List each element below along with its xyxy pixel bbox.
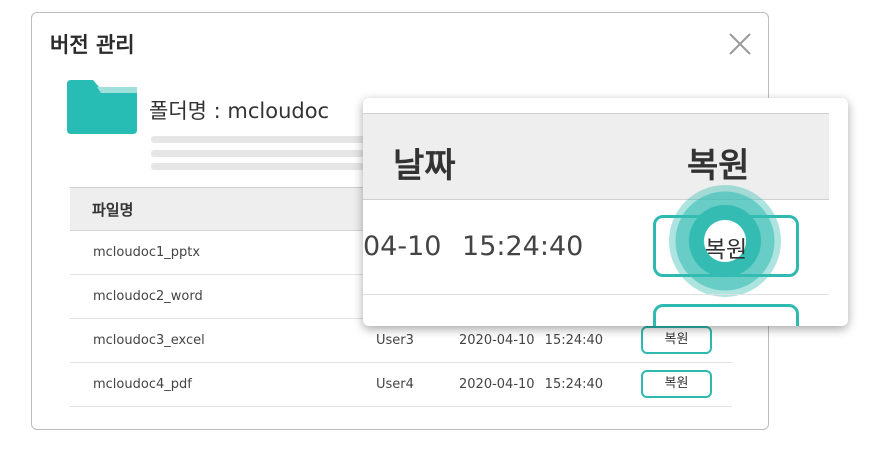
dialog-title: 버전 관리 <box>50 33 135 57</box>
column-header-file-name: 파일명 <box>92 201 134 219</box>
column-header-date: 날짜 <box>393 146 456 186</box>
zoom-restore-button-partial[interactable] <box>653 304 799 326</box>
folder-name-label: 폴더명 : mcloudoc <box>149 99 330 123</box>
table-row[interactable]: mcloudoc4_pdf User4 2020-04-10 15:24:40 … <box>70 363 732 407</box>
placeholder-bar <box>151 150 381 157</box>
placeholder-bar <box>151 163 381 170</box>
zoom-callout: 날짜 복원 04-10 15:24:40 복원 <box>363 98 848 326</box>
restore-button[interactable]: 복원 <box>641 370 712 398</box>
zoom-datetime: 04-10 15:24:40 <box>363 231 584 262</box>
zoom-restore-button-label: 복원 <box>704 237 748 263</box>
restore-button[interactable]: 복원 <box>641 326 712 354</box>
user-cell: User3 <box>376 333 414 348</box>
date-cell: 2020-04-10 15:24:40 <box>459 377 604 392</box>
user-cell: User4 <box>376 377 414 392</box>
file-name-cell: mcloudoc1_pptx <box>93 245 201 260</box>
placeholder-bar <box>151 136 381 143</box>
folder-icon <box>67 78 139 138</box>
file-name-cell: mcloudoc3_excel <box>93 333 205 348</box>
column-header-restore: 복원 <box>687 146 750 186</box>
zoom-table-header: 날짜 복원 <box>363 113 829 200</box>
file-name-cell: mcloudoc4_pdf <box>93 377 192 392</box>
close-icon[interactable] <box>727 31 753 57</box>
row-divider <box>363 294 829 295</box>
file-name-cell: mcloudoc2_word <box>93 289 203 304</box>
date-cell: 2020-04-10 15:24:40 <box>459 333 604 348</box>
